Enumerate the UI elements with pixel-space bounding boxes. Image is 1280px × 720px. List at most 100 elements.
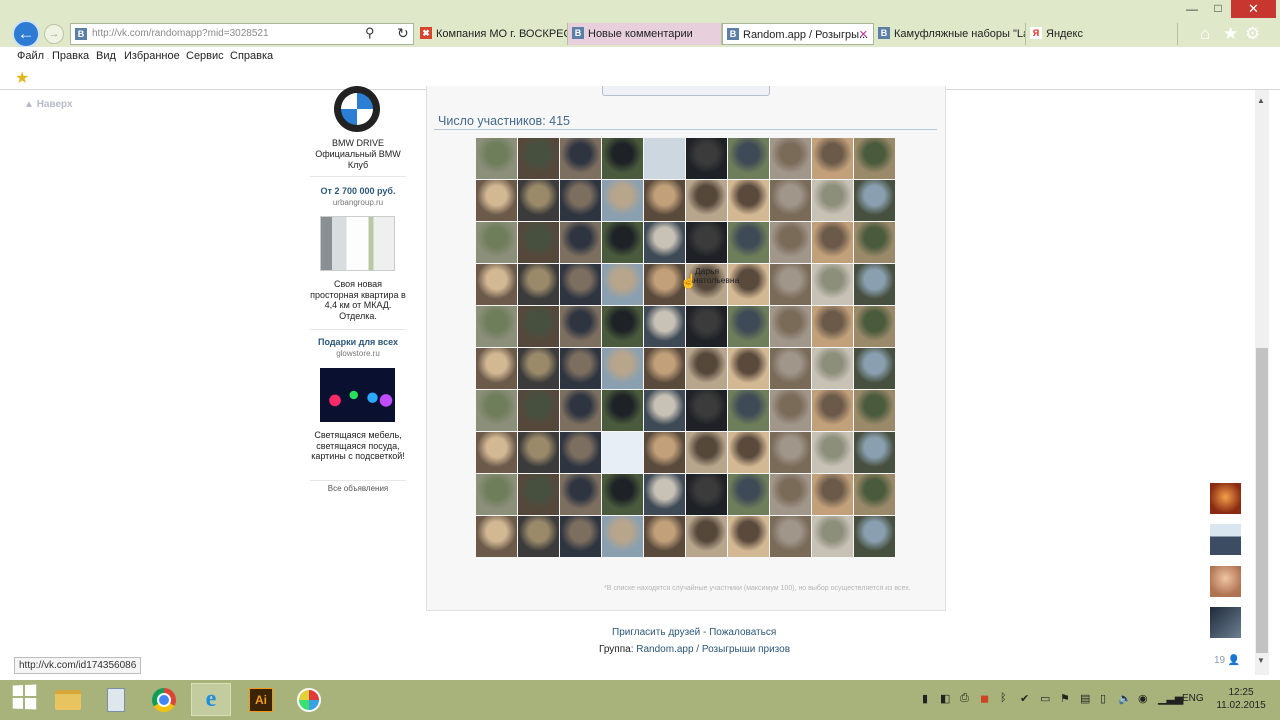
- participant-avatar[interactable]: [476, 348, 517, 389]
- participant-avatar[interactable]: [560, 474, 601, 515]
- participant-avatar[interactable]: [854, 222, 895, 263]
- tray-display-icon[interactable]: ▤: [1080, 692, 1090, 705]
- participant-avatar[interactable]: [560, 516, 601, 557]
- online-friend-avatar[interactable]: [1210, 566, 1241, 597]
- participant-avatar[interactable]: [854, 516, 895, 557]
- participant-avatar[interactable]: [602, 516, 643, 557]
- favorites-star-icon[interactable]: ★: [1223, 24, 1238, 44]
- participant-avatar[interactable]: [728, 180, 769, 221]
- participant-avatar[interactable]: [560, 264, 601, 305]
- participant-avatar[interactable]: [518, 390, 559, 431]
- paint-icon[interactable]: [289, 683, 329, 716]
- menu-help[interactable]: Справка: [230, 50, 273, 62]
- participant-avatar[interactable]: [686, 306, 727, 347]
- ad-gifts[interactable]: Подарки для всех glowstore.ru: [310, 337, 406, 358]
- chrome-icon[interactable]: [144, 683, 184, 716]
- participant-avatar[interactable]: [686, 474, 727, 515]
- participant-avatar[interactable]: [560, 432, 601, 473]
- participant-avatar[interactable]: [602, 138, 643, 179]
- participant-avatar[interactable]: [518, 516, 559, 557]
- participant-avatar[interactable]: [518, 180, 559, 221]
- participant-avatar[interactable]: [602, 264, 643, 305]
- file-explorer-icon[interactable]: [48, 683, 88, 716]
- participant-avatar[interactable]: [644, 348, 685, 389]
- participant-avatar[interactable]: [560, 138, 601, 179]
- tray-globe-icon[interactable]: ◉: [1138, 692, 1148, 705]
- participant-avatar[interactable]: [728, 474, 769, 515]
- participant-avatar[interactable]: [644, 222, 685, 263]
- report-link[interactable]: Пожаловаться: [709, 627, 776, 638]
- participant-avatar[interactable]: [560, 306, 601, 347]
- online-friend-avatar[interactable]: [1210, 607, 1241, 638]
- participant-avatar[interactable]: [770, 306, 811, 347]
- participant-avatar[interactable]: [854, 138, 895, 179]
- home-icon[interactable]: ⌂: [1200, 24, 1210, 44]
- participant-avatar[interactable]: [854, 474, 895, 515]
- ad-headline[interactable]: От 2 700 000 руб.: [310, 186, 406, 196]
- participant-avatar[interactable]: [644, 180, 685, 221]
- participant-avatar[interactable]: [812, 432, 853, 473]
- bmw-logo[interactable]: [334, 86, 380, 132]
- participant-avatar[interactable]: [812, 222, 853, 263]
- participant-avatar[interactable]: [770, 432, 811, 473]
- add-favorite-star-icon[interactable]: ★: [15, 68, 29, 88]
- participant-avatar[interactable]: [812, 306, 853, 347]
- participant-avatar[interactable]: [770, 474, 811, 515]
- online-count[interactable]: 19 👤: [1214, 655, 1240, 666]
- menu-file[interactable]: Файл: [17, 50, 44, 62]
- tray-printer-icon[interactable]: ⎙: [960, 692, 969, 705]
- online-friend-avatar[interactable]: [1210, 524, 1241, 555]
- participant-avatar[interactable]: [476, 390, 517, 431]
- back-button[interactable]: ←: [12, 20, 40, 48]
- top-button[interactable]: [602, 86, 770, 96]
- participant-avatar[interactable]: [518, 306, 559, 347]
- participant-avatar[interactable]: [686, 348, 727, 389]
- participant-avatar[interactable]: [644, 390, 685, 431]
- tab-camouflage[interactable]: В Камуфляжные наборы "La...: [874, 23, 1026, 45]
- participant-avatar[interactable]: [854, 432, 895, 473]
- participant-avatar[interactable]: [476, 222, 517, 263]
- participant-avatar[interactable]: [812, 180, 853, 221]
- menu-favorites[interactable]: Избранное: [124, 50, 180, 62]
- participant-avatar[interactable]: [686, 432, 727, 473]
- tray-green-icon[interactable]: ▮: [922, 692, 928, 705]
- participant-avatar[interactable]: [476, 264, 517, 305]
- close-tab-icon[interactable]: ✕: [859, 28, 868, 41]
- windows-start-icon[interactable]: [12, 684, 37, 710]
- minimize-button[interactable]: —: [1182, 2, 1202, 16]
- apartment-image[interactable]: [320, 216, 395, 271]
- participant-avatar[interactable]: [518, 222, 559, 263]
- flag-icon[interactable]: ⚑: [1060, 692, 1070, 705]
- participant-avatar[interactable]: [476, 432, 517, 473]
- participant-avatar[interactable]: [518, 348, 559, 389]
- participant-avatar[interactable]: [560, 390, 601, 431]
- scroll-to-top-link[interactable]: ▲ Наверх: [24, 99, 73, 110]
- online-friend-avatar[interactable]: [1210, 483, 1241, 514]
- participant-avatar[interactable]: [602, 474, 643, 515]
- participant-avatar[interactable]: [728, 348, 769, 389]
- participant-avatar[interactable]: [812, 138, 853, 179]
- participant-avatar[interactable]: [770, 138, 811, 179]
- participant-avatar[interactable]: [476, 138, 517, 179]
- bluetooth-icon[interactable]: ᛒ: [1000, 692, 1007, 704]
- participant-avatar[interactable]: [854, 306, 895, 347]
- participant-avatar[interactable]: [644, 138, 685, 179]
- participant-avatar[interactable]: [854, 390, 895, 431]
- participant-avatar[interactable]: [560, 348, 601, 389]
- participant-avatar[interactable]: [518, 432, 559, 473]
- scrollbar-thumb[interactable]: [1256, 348, 1268, 653]
- participant-avatar[interactable]: [728, 516, 769, 557]
- participant-avatar[interactable]: [518, 264, 559, 305]
- participant-avatar[interactable]: [854, 264, 895, 305]
- participant-avatar[interactable]: [686, 180, 727, 221]
- participant-avatar[interactable]: [770, 222, 811, 263]
- search-icon[interactable]: ⚲: [365, 25, 375, 41]
- participant-avatar[interactable]: [686, 390, 727, 431]
- scroll-down-arrow-icon[interactable]: ▼: [1257, 656, 1265, 665]
- address-text[interactable]: http://vk.com/randomapp?mid=3028521: [92, 28, 352, 39]
- tray-check-icon[interactable]: ✔: [1020, 692, 1029, 705]
- participant-avatar[interactable]: [644, 516, 685, 557]
- maximize-button[interactable]: □: [1208, 1, 1228, 15]
- participant-avatar[interactable]: [602, 180, 643, 221]
- wifi-signal-icon[interactable]: ▁▃▅: [1158, 692, 1183, 705]
